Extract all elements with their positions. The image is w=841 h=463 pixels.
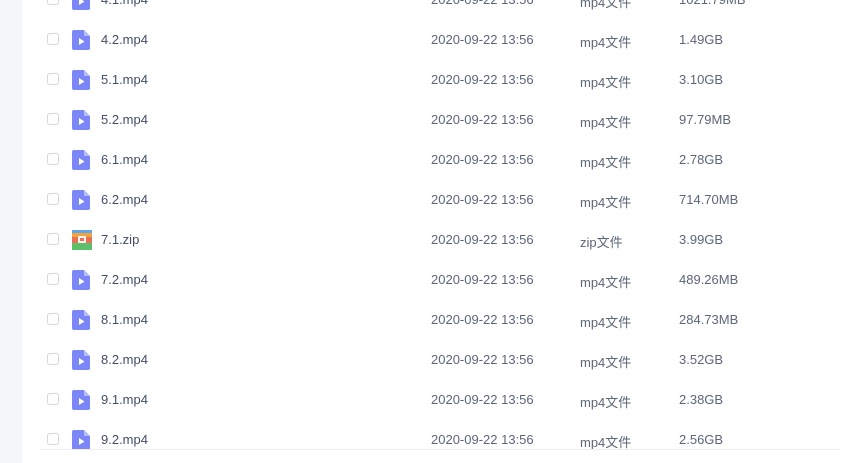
file-size: 3.99GB (679, 232, 724, 247)
video-file-icon (72, 270, 90, 290)
list-bottom-divider (40, 449, 840, 450)
row-checkbox[interactable] (47, 113, 59, 125)
file-size: 2.56GB (679, 432, 724, 447)
file-row[interactable]: 6.2.mp4 2020-09-22 13:56 mp4文件 714.70MB (22, 180, 841, 220)
file-type: zip文件 (580, 235, 623, 250)
file-modified-date: 2020-09-22 13:56 (431, 192, 534, 207)
file-list: 4.1.mp4 2020-09-22 13:56 mp4文件 1021.79MB… (22, 0, 841, 460)
file-modified-date: 2020-09-22 13:56 (431, 312, 534, 327)
row-checkbox[interactable] (47, 153, 59, 165)
file-modified-date: 2020-09-22 13:56 (431, 432, 534, 447)
file-name[interactable]: 4.2.mp4 (101, 32, 148, 47)
file-name[interactable]: 9.2.mp4 (101, 432, 148, 447)
file-size: 1021.79MB (679, 0, 746, 7)
file-type: mp4文件 (580, 275, 632, 290)
file-type: mp4文件 (580, 115, 632, 130)
file-name[interactable]: 7.1.zip (101, 232, 139, 247)
video-file-icon (72, 350, 90, 370)
file-modified-date: 2020-09-22 13:56 (431, 152, 534, 167)
file-row[interactable]: 4.1.mp4 2020-09-22 13:56 mp4文件 1021.79MB (22, 0, 841, 20)
file-type: mp4文件 (580, 35, 632, 50)
row-checkbox[interactable] (47, 193, 59, 205)
file-row[interactable]: 7.1.zip 2020-09-22 13:56 zip文件 3.99GB (22, 220, 841, 260)
file-modified-date: 2020-09-22 13:56 (431, 72, 534, 87)
file-modified-date: 2020-09-22 13:56 (431, 392, 534, 407)
file-name[interactable]: 7.2.mp4 (101, 272, 148, 287)
file-size: 284.73MB (679, 312, 739, 327)
video-file-icon (72, 430, 90, 450)
file-modified-date: 2020-09-22 13:56 (431, 0, 534, 7)
file-row[interactable]: 9.1.mp4 2020-09-22 13:56 mp4文件 2.38GB (22, 380, 841, 420)
video-file-icon (72, 70, 90, 90)
file-name[interactable]: 9.1.mp4 (101, 392, 148, 407)
file-size: 1.49GB (679, 32, 724, 47)
row-checkbox[interactable] (47, 0, 59, 5)
file-row[interactable]: 8.2.mp4 2020-09-22 13:56 mp4文件 3.52GB (22, 340, 841, 380)
file-type: mp4文件 (580, 395, 632, 410)
file-row[interactable]: 5.1.mp4 2020-09-22 13:56 mp4文件 3.10GB (22, 60, 841, 100)
row-checkbox[interactable] (47, 233, 59, 245)
file-type: mp4文件 (580, 0, 632, 10)
file-size: 489.26MB (679, 272, 739, 287)
video-file-icon (72, 310, 90, 330)
video-file-icon (72, 110, 90, 130)
file-size: 3.10GB (679, 72, 724, 87)
row-checkbox[interactable] (47, 393, 59, 405)
file-type: mp4文件 (580, 355, 632, 370)
file-name[interactable]: 8.2.mp4 (101, 352, 148, 367)
file-name[interactable]: 5.2.mp4 (101, 112, 148, 127)
file-name[interactable]: 6.1.mp4 (101, 152, 148, 167)
file-size: 714.70MB (679, 192, 739, 207)
file-name[interactable]: 5.1.mp4 (101, 72, 148, 87)
file-size: 97.79MB (679, 112, 732, 127)
video-file-icon (72, 0, 90, 10)
file-row[interactable]: 5.2.mp4 2020-09-22 13:56 mp4文件 97.79MB (22, 100, 841, 140)
video-file-icon (72, 190, 90, 210)
file-name[interactable]: 6.2.mp4 (101, 192, 148, 207)
file-modified-date: 2020-09-22 13:56 (431, 112, 534, 127)
file-size: 2.78GB (679, 152, 724, 167)
video-file-icon (72, 30, 90, 50)
file-type: mp4文件 (580, 75, 632, 90)
file-row[interactable]: 9.2.mp4 2020-09-22 13:56 mp4文件 2.56GB (22, 420, 841, 460)
file-type: mp4文件 (580, 195, 632, 210)
file-row[interactable]: 6.1.mp4 2020-09-22 13:56 mp4文件 2.78GB (22, 140, 841, 180)
file-row[interactable]: 4.2.mp4 2020-09-22 13:56 mp4文件 1.49GB (22, 20, 841, 60)
file-modified-date: 2020-09-22 13:56 (431, 232, 534, 247)
row-checkbox[interactable] (47, 73, 59, 85)
file-name[interactable]: 4.1.mp4 (101, 0, 148, 7)
file-list-panel: 4.1.mp4 2020-09-22 13:56 mp4文件 1021.79MB… (22, 0, 841, 463)
file-row[interactable]: 7.2.mp4 2020-09-22 13:56 mp4文件 489.26MB (22, 260, 841, 300)
file-name[interactable]: 8.1.mp4 (101, 312, 148, 327)
row-checkbox[interactable] (47, 433, 59, 445)
file-type: mp4文件 (580, 315, 632, 330)
file-size: 2.38GB (679, 392, 724, 407)
zip-file-icon (72, 230, 92, 250)
file-modified-date: 2020-09-22 13:56 (431, 32, 534, 47)
row-checkbox[interactable] (47, 353, 59, 365)
file-row[interactable]: 8.1.mp4 2020-09-22 13:56 mp4文件 284.73MB (22, 300, 841, 340)
file-size: 3.52GB (679, 352, 724, 367)
video-file-icon (72, 150, 90, 170)
file-type: mp4文件 (580, 155, 632, 170)
row-checkbox[interactable] (47, 273, 59, 285)
file-modified-date: 2020-09-22 13:56 (431, 352, 534, 367)
row-checkbox[interactable] (47, 313, 59, 325)
row-checkbox[interactable] (47, 33, 59, 45)
video-file-icon (72, 390, 90, 410)
file-modified-date: 2020-09-22 13:56 (431, 272, 534, 287)
